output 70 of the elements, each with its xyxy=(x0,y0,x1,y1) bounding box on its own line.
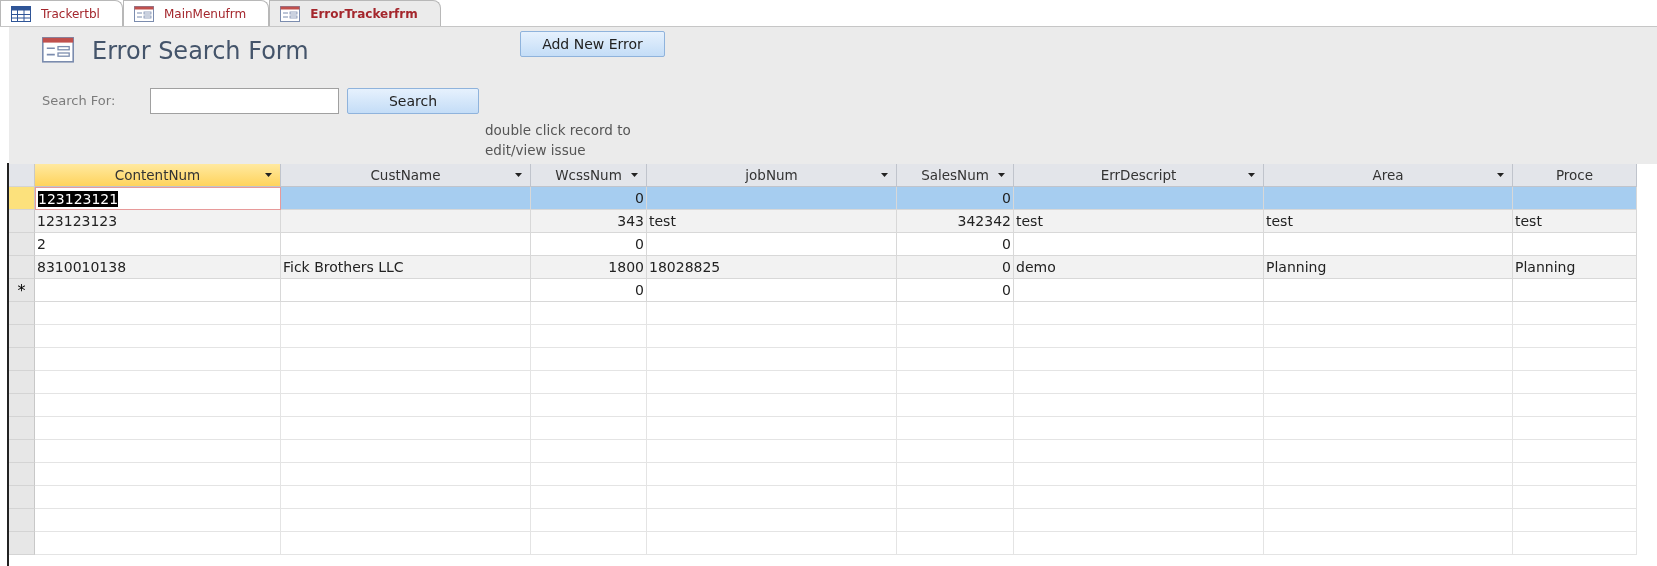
table-cell: 343 xyxy=(531,210,647,233)
table-cell: 342342 xyxy=(897,210,1014,233)
record-selector[interactable] xyxy=(9,371,35,394)
column-header[interactable]: jobNum xyxy=(647,164,897,187)
record-selector[interactable] xyxy=(9,463,35,486)
document-tab[interactable]: Trackertbl xyxy=(0,0,123,26)
editing-cell[interactable]: 123123121 xyxy=(35,187,281,210)
hint-text: double click record to edit/view issue xyxy=(485,120,632,160)
column-header[interactable]: CustName xyxy=(281,164,531,187)
record-selector[interactable] xyxy=(9,486,35,509)
table-cell: 123123123 xyxy=(35,210,281,233)
dropdown-caret-icon[interactable] xyxy=(998,173,1005,177)
table-cell: demo xyxy=(1014,256,1264,279)
table-cell: 0 xyxy=(897,233,1014,256)
record-selector[interactable] xyxy=(9,302,35,325)
record-selector[interactable] xyxy=(9,233,35,256)
table-cell: 0 xyxy=(897,187,1014,210)
record-selector[interactable] xyxy=(9,394,35,417)
form-title: Error Search Form xyxy=(92,37,310,65)
record-selector[interactable] xyxy=(9,532,35,555)
column-header[interactable]: WcssNum xyxy=(531,164,647,187)
form-icon xyxy=(280,5,301,22)
record-selector[interactable]: * xyxy=(9,279,35,302)
dropdown-caret-icon[interactable] xyxy=(1497,173,1504,177)
document-tab[interactable]: ErrorTrackerfrm xyxy=(269,0,441,26)
record-selector[interactable] xyxy=(9,509,35,532)
table-cell: test xyxy=(647,210,897,233)
search-field[interactable] xyxy=(150,87,339,114)
table-icon xyxy=(11,5,31,22)
record-selector[interactable] xyxy=(9,440,35,463)
column-header[interactable]: SalesNum xyxy=(897,164,1014,187)
record-selector[interactable] xyxy=(9,210,35,233)
search-button[interactable]: Search xyxy=(347,87,479,114)
column-header[interactable]: ErrDescript xyxy=(1014,164,1264,187)
column-header[interactable]: ContentNum xyxy=(35,164,281,187)
add-new-error-button[interactable]: Add New Error xyxy=(520,31,665,57)
dropdown-caret-icon[interactable] xyxy=(631,173,638,177)
table-cell: 2 xyxy=(35,233,281,256)
table-cell: 0 xyxy=(897,279,1014,302)
table-cell: 18028825 xyxy=(647,256,897,279)
selected-text: 123123121 xyxy=(38,190,119,207)
dropdown-caret-icon[interactable] xyxy=(265,173,272,177)
dropdown-caret-icon[interactable] xyxy=(881,173,888,177)
record-selector[interactable] xyxy=(9,187,35,210)
table-cell: Planning xyxy=(1513,256,1637,279)
column-header[interactable]: Proce xyxy=(1513,164,1637,187)
column-header[interactable]: Area xyxy=(1264,164,1513,187)
table-cell: Planning xyxy=(1264,256,1513,279)
form-icon xyxy=(133,5,154,22)
record-selector[interactable] xyxy=(9,417,35,440)
dropdown-caret-icon[interactable] xyxy=(515,173,522,177)
table-cell: test xyxy=(1264,210,1513,233)
form-icon xyxy=(42,37,74,63)
document-tab[interactable]: MainMenufrm xyxy=(122,0,270,26)
new-record-mark: * xyxy=(17,280,26,300)
record-selector[interactable] xyxy=(9,348,35,371)
table-cell: test xyxy=(1014,210,1264,233)
dropdown-caret-icon[interactable] xyxy=(1248,173,1255,177)
table-cell: 8310010138 xyxy=(35,256,281,279)
table-cell: 0 xyxy=(531,233,647,256)
table-cell: 0 xyxy=(531,187,647,210)
select-all-corner[interactable] xyxy=(9,164,35,187)
record-selector[interactable] xyxy=(9,325,35,348)
table-cell: 1800 xyxy=(531,256,647,279)
table-cell: test xyxy=(1513,210,1637,233)
search-label: Search For: xyxy=(42,93,117,109)
table-cell: 0 xyxy=(897,256,1014,279)
table-cell: Fick Brothers LLC xyxy=(281,256,531,279)
record-selector[interactable] xyxy=(9,256,35,279)
table-cell: 0 xyxy=(531,279,647,302)
